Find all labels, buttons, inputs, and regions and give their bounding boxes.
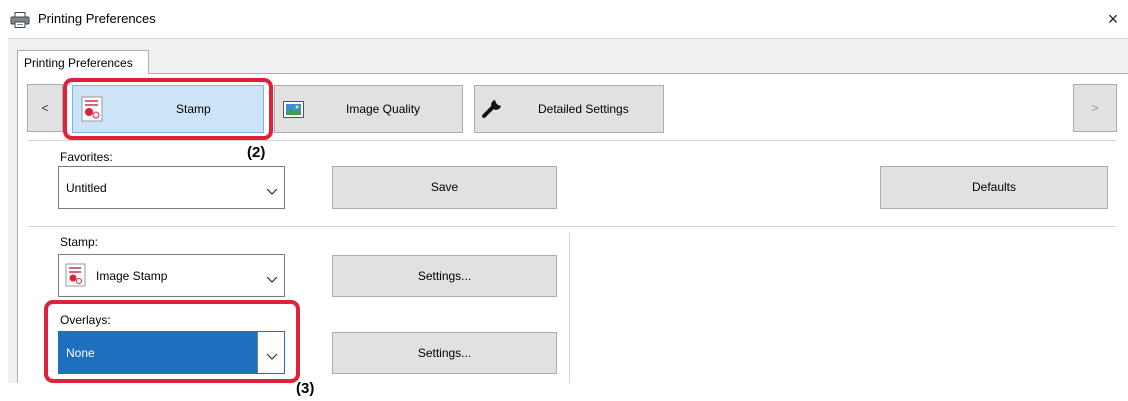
divider <box>27 226 1117 227</box>
highlight-box-overlays <box>44 300 300 383</box>
title-bar <box>0 0 1128 38</box>
printer-icon <box>10 12 30 28</box>
tab-button-image-quality[interactable]: Image Quality <box>274 85 463 133</box>
favorites-value: Untitled <box>66 180 107 195</box>
overlays-settings-button[interactable]: Settings... <box>332 332 557 374</box>
wrench-icon <box>481 96 505 123</box>
stamp-icon <box>65 263 87 290</box>
highlight-box-stamp-tab <box>63 78 273 140</box>
tab-button-image-quality-label: Image Quality <box>346 102 421 116</box>
stamp-settings-button[interactable]: Settings... <box>332 255 557 297</box>
callout-2: (2) <box>247 144 266 161</box>
scroll-right-button[interactable]: > <box>1073 84 1117 132</box>
stamp-dropdown[interactable]: Image Stamp <box>58 254 285 297</box>
chevron-down-icon <box>266 185 278 195</box>
callout-3: (3) <box>296 380 315 397</box>
divider-vertical <box>569 233 570 383</box>
divider <box>27 140 1117 141</box>
stamp-label: Stamp: <box>60 235 99 249</box>
stamp-value: Image Stamp <box>96 268 168 283</box>
favorites-label: Favorites: <box>60 150 113 164</box>
tab-printing-preferences[interactable]: Printing Preferences <box>17 50 149 74</box>
image-quality-icon <box>283 101 305 122</box>
favorites-dropdown[interactable]: Untitled <box>58 166 285 209</box>
window-title: Printing Preferences <box>38 11 156 26</box>
close-button[interactable]: × <box>1100 6 1126 32</box>
scroll-left-button[interactable]: < <box>27 84 63 132</box>
chevron-down-icon <box>266 273 278 283</box>
save-button[interactable]: Save <box>332 166 557 209</box>
tab-button-detailed-settings-label: Detailed Settings <box>538 102 629 116</box>
defaults-button[interactable]: Defaults <box>880 166 1108 209</box>
tab-button-detailed-settings[interactable]: Detailed Settings <box>474 85 664 133</box>
